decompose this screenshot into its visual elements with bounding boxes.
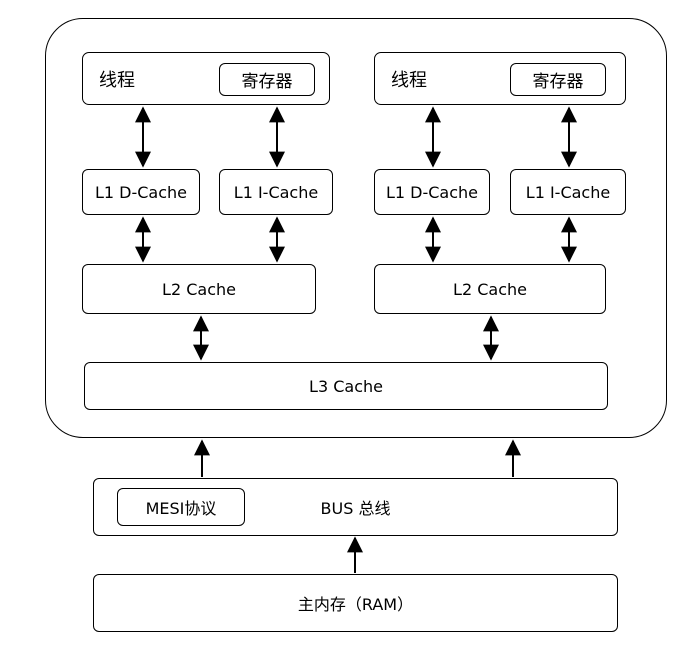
connector-arrows — [135, 106, 577, 573]
